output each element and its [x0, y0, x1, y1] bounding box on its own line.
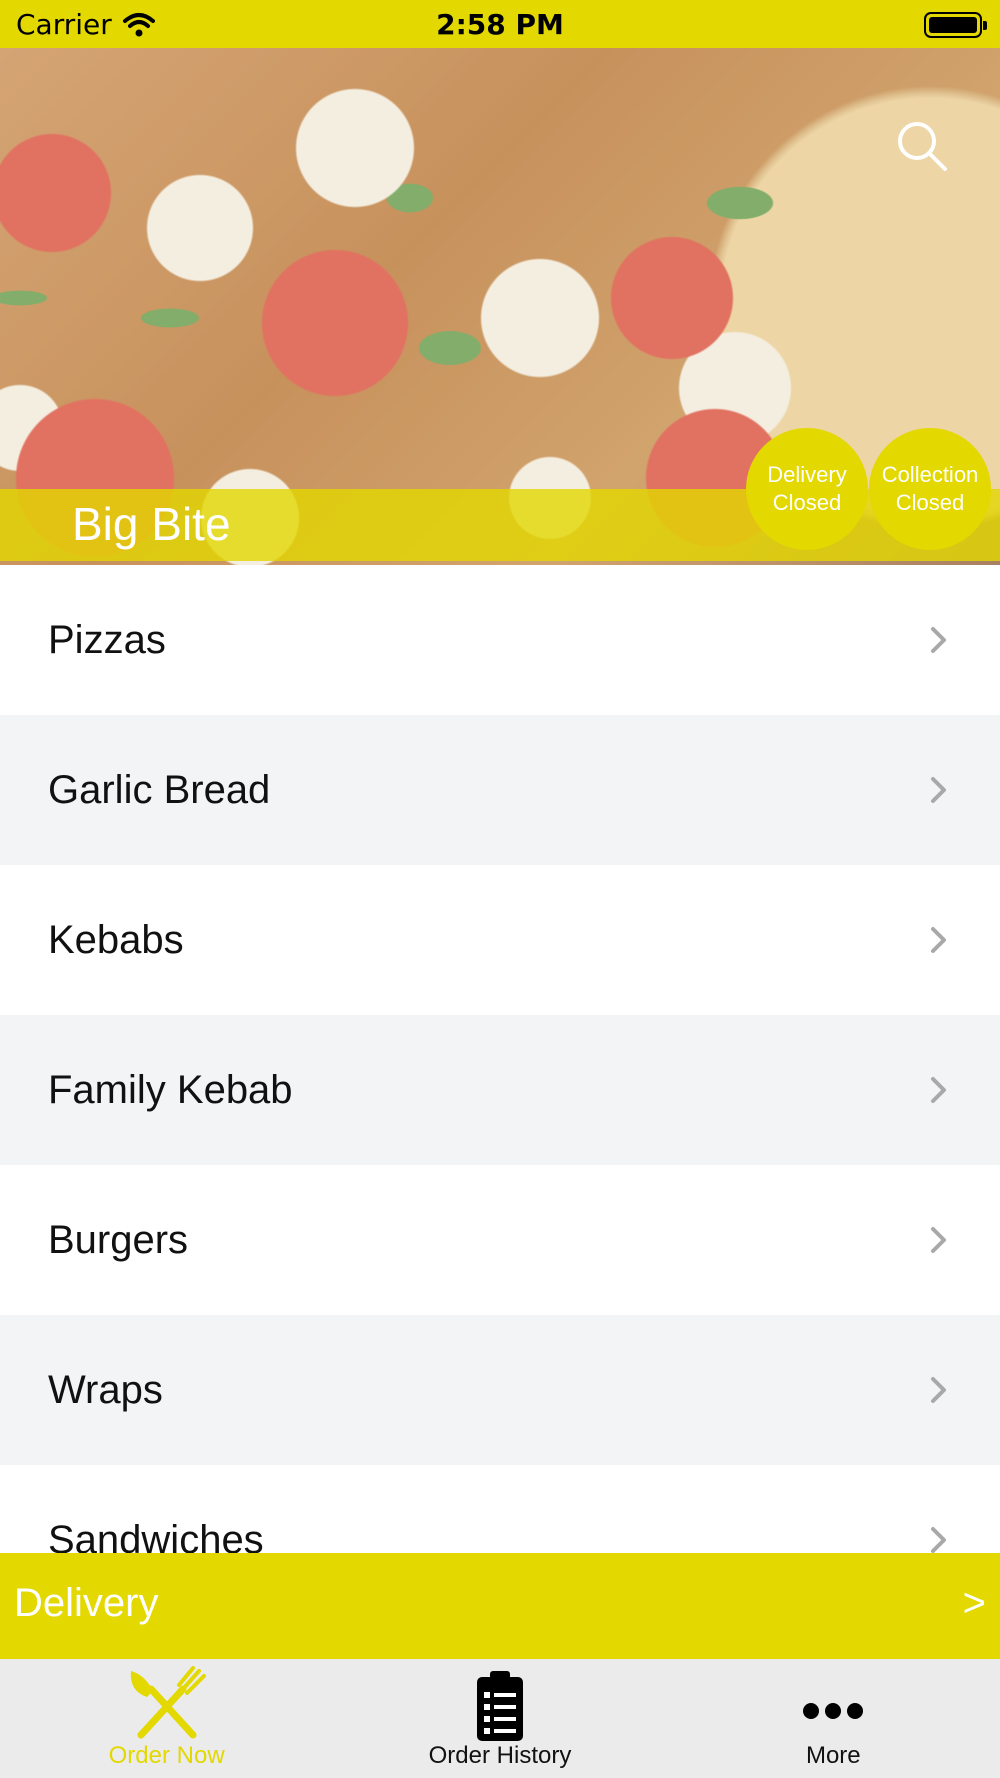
delivery-mode-label: Delivery	[14, 1581, 159, 1625]
tab-label: More	[805, 1742, 861, 1769]
chevron-right-icon	[931, 777, 946, 803]
category-row-burgers[interactable]: Burgers	[0, 1165, 1000, 1315]
chevron-right-icon	[931, 927, 946, 953]
collection-badge-title: Collection	[881, 462, 979, 487]
chevron-right-icon	[931, 1227, 946, 1253]
category-row-wraps[interactable]: Wraps	[0, 1315, 1000, 1465]
chevron-right-icon	[931, 1377, 946, 1403]
battery-icon	[924, 12, 987, 38]
hero-banner: Big Bite Delivery Closed Collection Clos…	[0, 48, 1000, 565]
tab-order-now[interactable]: Order Now	[0, 1659, 333, 1778]
delivery-badge-title: Delivery	[767, 462, 847, 487]
chevron-right-icon	[931, 627, 946, 653]
category-row-garlic-bread[interactable]: Garlic Bread	[0, 715, 1000, 865]
clipboard-list-icon	[476, 1671, 523, 1741]
chevron-right-icon	[931, 1077, 946, 1103]
category-row-kebabs[interactable]: Kebabs	[0, 865, 1000, 1015]
store-name: Big Bite	[72, 498, 231, 550]
more-dots-icon	[803, 1703, 864, 1719]
category-label: Wraps	[48, 1367, 163, 1412]
status-bar: Carrier 2:58 PM	[0, 0, 1000, 48]
tab-more[interactable]: More	[667, 1659, 1000, 1778]
category-row-family-kebab[interactable]: Family Kebab	[0, 1015, 1000, 1165]
category-label: Pizzas	[48, 617, 166, 662]
delivery-mode-bar[interactable]: Delivery >	[0, 1553, 1000, 1659]
category-label: Family Kebab	[48, 1067, 293, 1112]
status-time: 2:58 PM	[436, 8, 564, 41]
category-row-pizzas[interactable]: Pizzas	[0, 565, 1000, 715]
category-label: Burgers	[48, 1217, 189, 1262]
delivery-status-badge: Delivery Closed	[746, 428, 868, 550]
category-label: Kebabs	[48, 917, 184, 962]
category-row-sandwiches[interactable]: Sandwiches	[0, 1465, 1000, 1553]
tab-bar: Order Now Order History More	[0, 1659, 1000, 1778]
tab-label: Order Now	[108, 1742, 225, 1769]
category-label: Sandwiches	[48, 1517, 264, 1554]
delivery-badge-status: Closed	[772, 490, 842, 515]
category-label: Garlic Bread	[48, 767, 271, 812]
search-icon[interactable]	[896, 120, 948, 172]
tab-order-history[interactable]: Order History	[333, 1659, 666, 1778]
delivery-arrow-icon: >	[962, 1581, 986, 1625]
tab-label: Order History	[428, 1742, 572, 1769]
collection-status-badge: Collection Closed	[869, 428, 991, 550]
fork-knife-icon	[130, 1666, 206, 1739]
collection-badge-status: Closed	[895, 490, 965, 515]
chevron-right-icon	[931, 1527, 946, 1553]
category-list: Pizzas Garlic Bread Kebabs Family Kebab …	[0, 565, 1000, 1553]
